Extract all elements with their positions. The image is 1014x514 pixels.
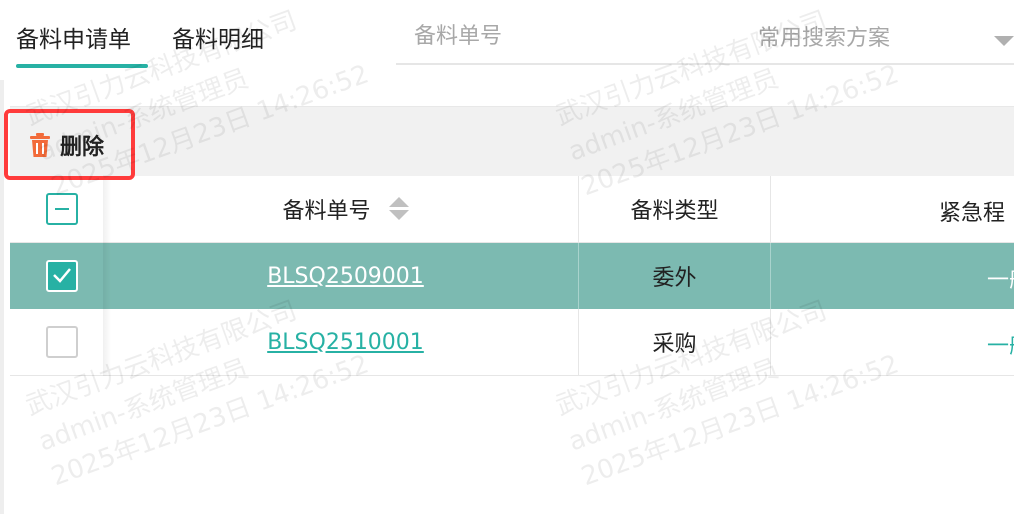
search-input[interactable]: [396, 10, 726, 62]
cell-number: BLSQ2509001: [113, 243, 579, 309]
header-urgency: 紧急程: [771, 176, 1014, 242]
record-link[interactable]: BLSQ2509001: [267, 264, 424, 289]
urgency-link[interactable]: 一般: [987, 328, 1014, 360]
tab-active-indicator: [16, 64, 148, 68]
delete-button-label: 删除: [60, 134, 105, 160]
header-type: 备料类型: [579, 176, 771, 242]
header-number[interactable]: 备料单号: [113, 176, 579, 242]
cell-urgency: 一般: [771, 243, 1014, 309]
data-table: 备料单号 备料类型 紧急程 BLSQ2509001 委外 一 BLSQ25100…: [10, 176, 1014, 376]
cell-urgency: 一般: [771, 309, 1014, 375]
row-checkbox-cell: [10, 243, 113, 309]
table-row[interactable]: BLSQ2509001 委外 一般: [10, 243, 1014, 309]
sort-icon[interactable]: [388, 196, 409, 222]
row-checkbox-cell: [10, 309, 113, 375]
header-type-label: 备料类型: [630, 199, 719, 224]
header-number-label: 备料单号: [282, 199, 371, 224]
tab-prep-request[interactable]: 备料申请单: [16, 20, 131, 54]
search-scheme-select[interactable]: 常用搜索方案: [740, 10, 1014, 62]
table-header: 备料单号 备料类型 紧急程: [10, 176, 1014, 243]
row-checkbox[interactable]: [45, 260, 78, 292]
check-icon: [52, 268, 71, 283]
header-checkbox-cell: [10, 176, 113, 242]
header-urgency-label: 紧急程: [939, 201, 1006, 226]
content-area: 删除 备料单号 备料类型 紧急程 BLSQ2509001 委外 一 BLSQ25…: [0, 80, 1014, 514]
search-scheme-label: 常用搜索方案: [758, 26, 891, 51]
trash-icon: [30, 132, 50, 157]
top-bar: 备料申请单 备料明细 常用搜索方案: [0, 0, 1014, 80]
cell-type: 采购: [579, 309, 771, 375]
delete-button[interactable]: 删除: [4, 109, 135, 180]
row-checkbox[interactable]: [45, 326, 78, 358]
search-divider: [396, 63, 1014, 65]
tab-prep-detail[interactable]: 备料明细: [172, 20, 264, 54]
cell-type: 委外: [579, 243, 771, 309]
record-link[interactable]: BLSQ2510001: [267, 330, 424, 355]
cell-number: BLSQ2510001: [113, 309, 579, 375]
toolbar: [10, 106, 1014, 177]
urgency-link[interactable]: 一般: [987, 262, 1014, 294]
select-all-checkbox[interactable]: [45, 193, 78, 225]
chevron-down-icon[interactable]: [994, 36, 1014, 46]
table-row[interactable]: BLSQ2510001 采购 一般: [10, 309, 1014, 376]
